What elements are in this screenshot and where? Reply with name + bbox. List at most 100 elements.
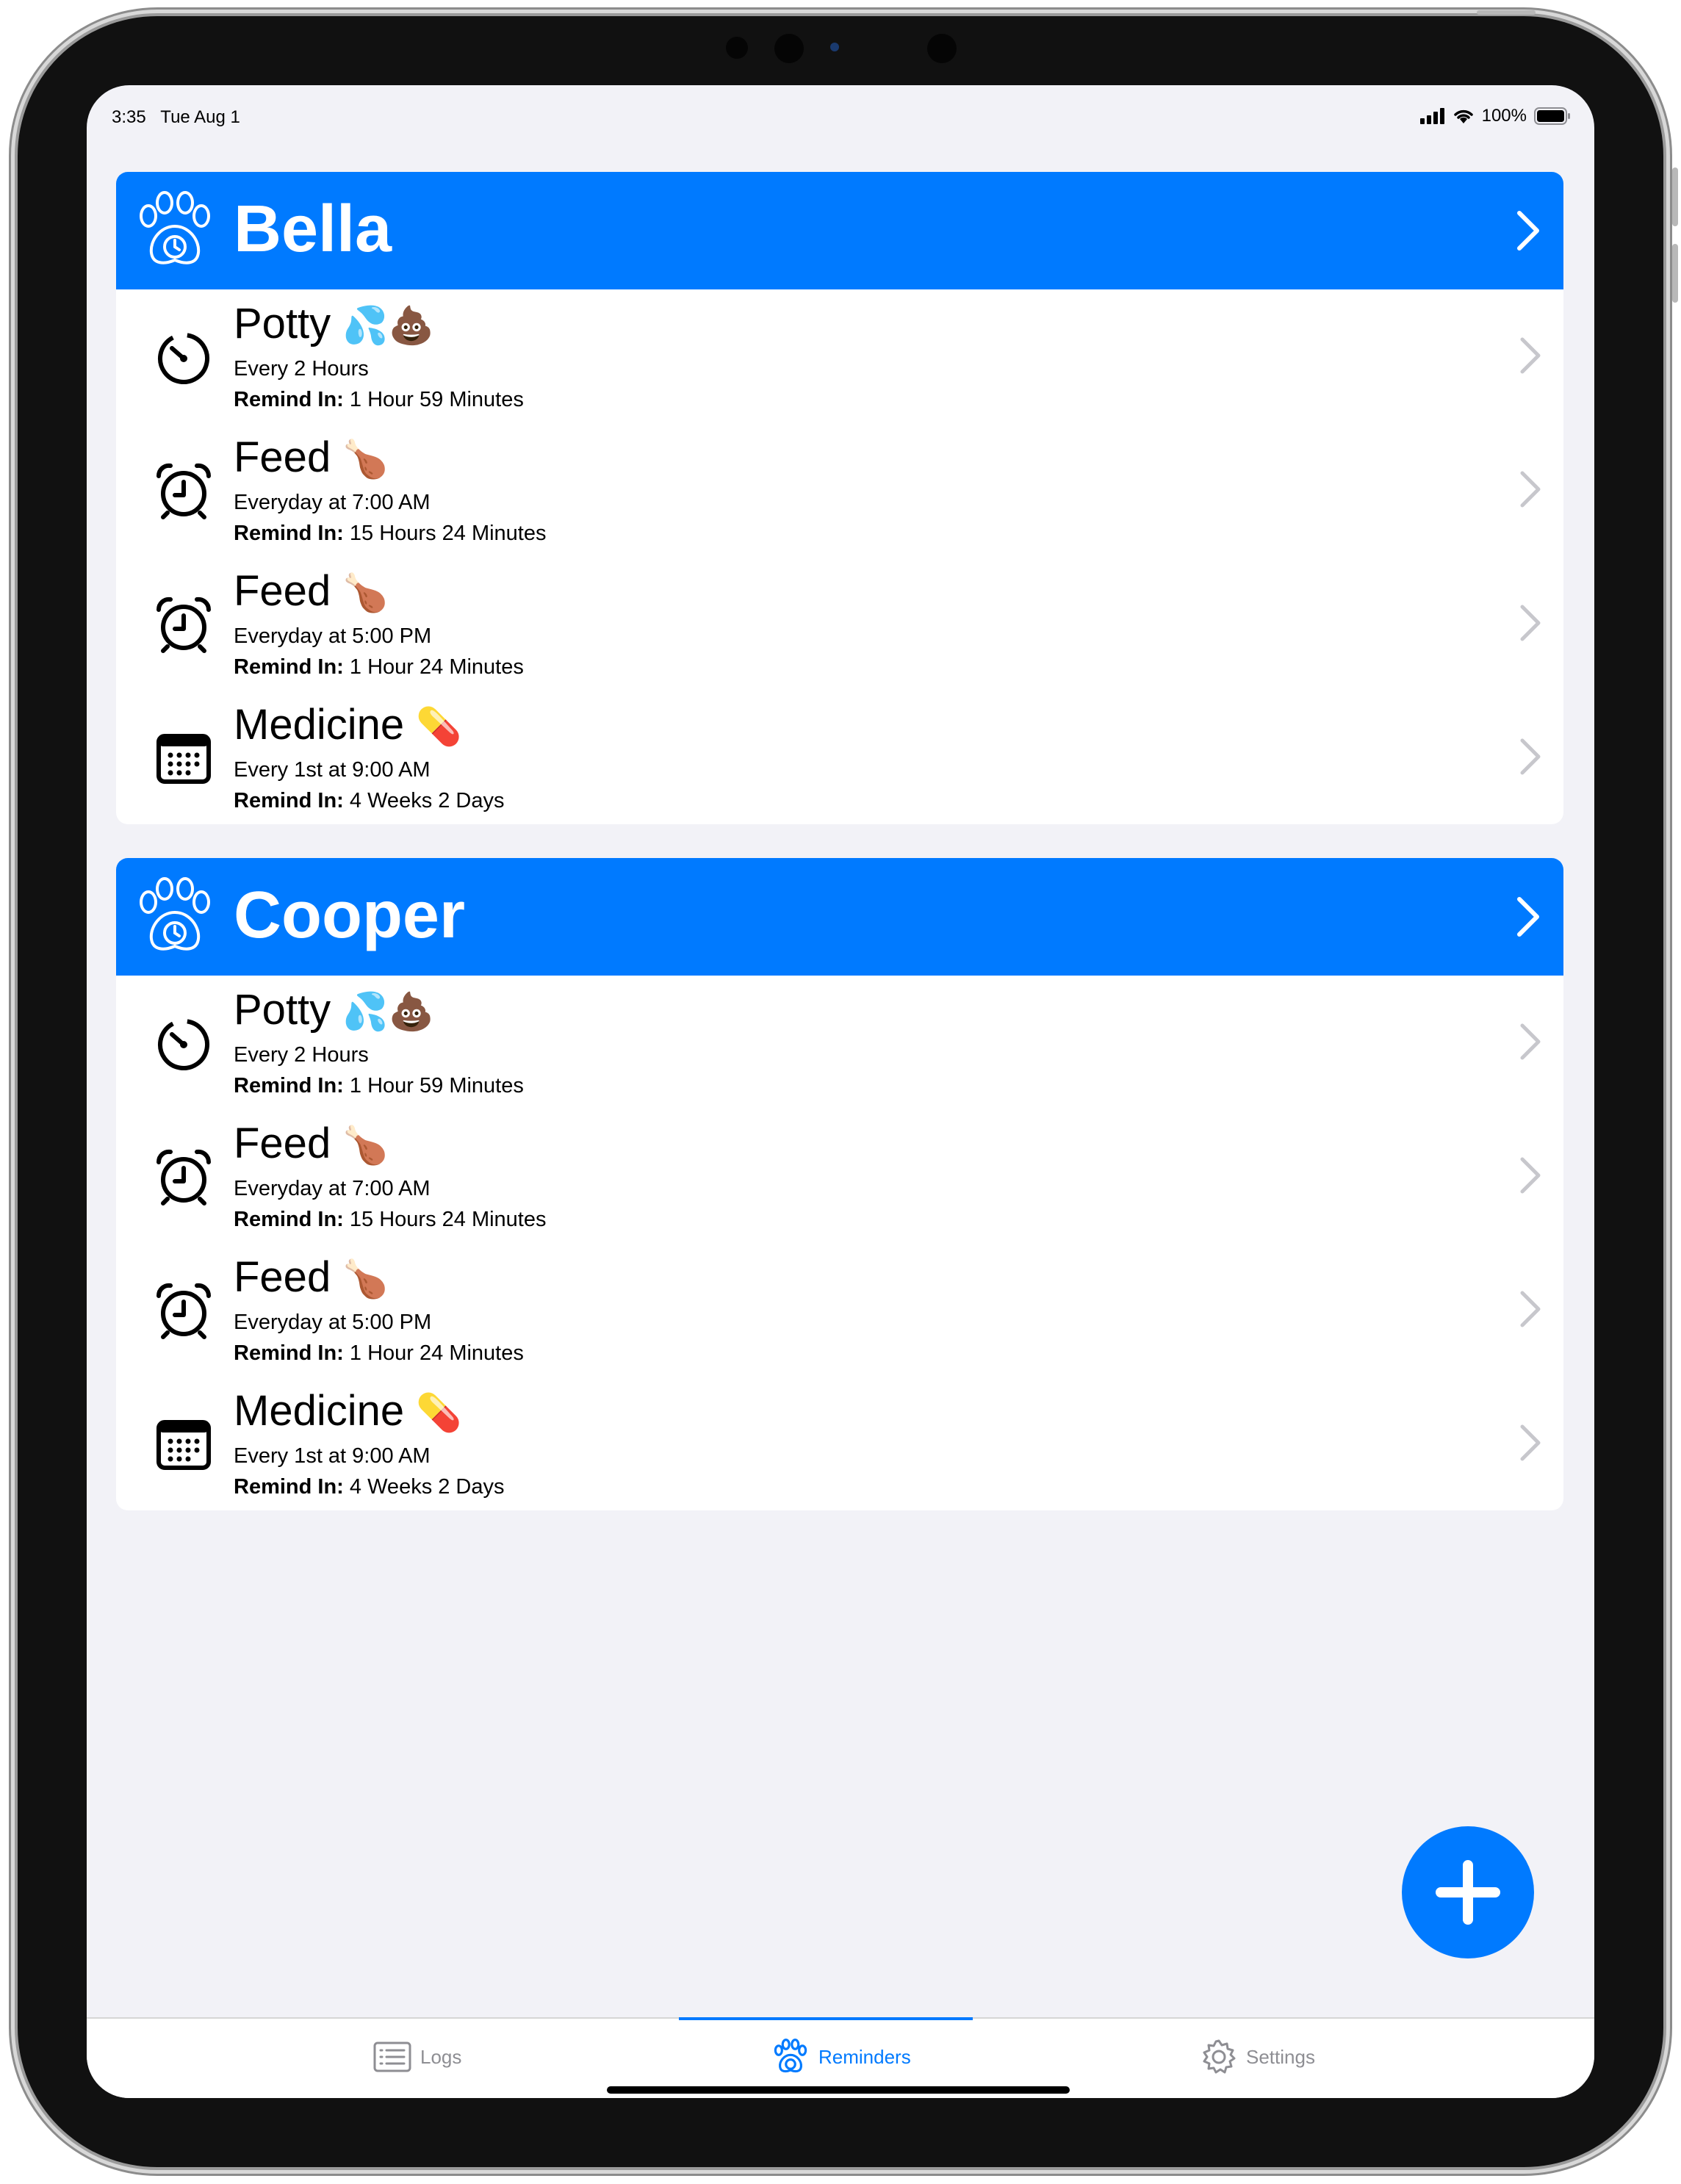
reminder-title-line: Potty 💦💩 bbox=[234, 986, 434, 1036]
alarm-clock-icon bbox=[156, 597, 212, 653]
alarm-clock-icon bbox=[156, 463, 212, 519]
reminder-countdown: Remind In: 1 Hour 59 Minutes bbox=[234, 1073, 524, 1099]
reminder-title: Feed bbox=[234, 567, 331, 615]
reminder-row-potty[interactable]: Potty 💦💩 Every 2 Hours Remind In: 1 Hour… bbox=[116, 976, 1563, 1109]
front-camera bbox=[774, 34, 804, 63]
pet-header[interactable]: Cooper bbox=[116, 858, 1563, 976]
chevron-right-icon bbox=[1517, 897, 1539, 937]
reminder-row-feed[interactable]: Feed 🍗 Everyday at 7:00 AM Remind In: 15… bbox=[116, 423, 1563, 557]
reminder-schedule: Everyday at 5:00 PM bbox=[234, 624, 432, 648]
reminder-emoji: 🍗 bbox=[342, 572, 389, 614]
alarm-clock-icon bbox=[156, 1283, 212, 1339]
remind-in-value: 1 Hour 59 Minutes bbox=[343, 388, 524, 411]
screen: 3:35 Tue Aug 1 100% Bella Potty 💦💩 Every… bbox=[87, 85, 1594, 2098]
reminder-row-potty[interactable]: Potty 💦💩 Every 2 Hours Remind In: 1 Hour… bbox=[116, 289, 1563, 423]
gear-icon bbox=[1203, 2039, 1236, 2074]
remind-in-label: Remind In: bbox=[234, 1208, 344, 1231]
paw-clock-icon bbox=[774, 2039, 807, 2073]
reminder-title-line: Feed 🍗 bbox=[234, 567, 389, 617]
remind-in-label: Remind In: bbox=[234, 789, 344, 812]
chevron-right-icon bbox=[1517, 211, 1539, 251]
reminder-title: Feed bbox=[234, 1253, 331, 1301]
reminder-row-feed[interactable]: Feed 🍗 Everyday at 5:00 PM Remind In: 1 … bbox=[116, 557, 1563, 691]
plus-icon bbox=[1436, 1860, 1500, 1925]
paw-clock-icon bbox=[140, 191, 210, 264]
chevron-right-icon bbox=[1520, 1023, 1541, 1060]
reminder-title-line: Medicine 💊 bbox=[234, 701, 462, 751]
remind-in-value: 15 Hours 24 Minutes bbox=[343, 1208, 547, 1231]
reminder-title: Feed bbox=[234, 433, 331, 481]
list-icon bbox=[373, 2041, 411, 2072]
reminder-row-medicine[interactable]: Medicine 💊 Every 1st at 9:00 AM Remind I… bbox=[116, 691, 1563, 824]
top-button bbox=[1477, 10, 1536, 15]
status-indicators: 100% bbox=[1419, 106, 1571, 126]
reminder-title: Feed bbox=[234, 1120, 331, 1167]
reminder-row-feed[interactable]: Feed 🍗 Everyday at 5:00 PM Remind In: 1 … bbox=[116, 1243, 1563, 1377]
reminder-emoji: 🍗 bbox=[342, 1124, 389, 1167]
reminder-countdown: Remind In: 4 Weeks 2 Days bbox=[234, 1474, 505, 1500]
remind-in-value: 15 Hours 24 Minutes bbox=[343, 522, 547, 545]
reminder-title: Potty bbox=[234, 986, 331, 1034]
chevron-right-icon bbox=[1520, 1291, 1541, 1327]
reminder-schedule: Every 1st at 9:00 AM bbox=[234, 758, 431, 782]
remind-in-label: Remind In: bbox=[234, 1341, 344, 1365]
paw-clock-icon bbox=[140, 877, 210, 951]
reminder-title: Medicine bbox=[234, 1387, 405, 1435]
reminder-countdown: Remind In: 1 Hour 24 Minutes bbox=[234, 1340, 524, 1366]
reminder-countdown: Remind In: 15 Hours 24 Minutes bbox=[234, 520, 547, 547]
reminder-title: Potty bbox=[234, 300, 331, 347]
reminder-schedule: Everyday at 5:00 PM bbox=[234, 1311, 432, 1334]
chevron-right-icon bbox=[1520, 471, 1541, 508]
reminder-countdown: Remind In: 15 Hours 24 Minutes bbox=[234, 1206, 547, 1233]
remind-in-label: Remind In: bbox=[234, 1074, 344, 1098]
reminder-emoji: 💊 bbox=[416, 1391, 462, 1434]
remind-in-label: Remind In: bbox=[234, 655, 344, 679]
reminder-countdown: Remind In: 1 Hour 24 Minutes bbox=[234, 654, 524, 680]
reminder-row-feed[interactable]: Feed 🍗 Everyday at 7:00 AM Remind In: 15… bbox=[116, 1109, 1563, 1243]
volume-down-button bbox=[1672, 244, 1678, 303]
chevron-right-icon bbox=[1520, 337, 1541, 374]
reminder-schedule: Every 2 Hours bbox=[234, 357, 369, 381]
pet-name: Bella bbox=[234, 192, 392, 266]
remind-in-value: 4 Weeks 2 Days bbox=[343, 1475, 505, 1499]
battery-icon bbox=[1534, 107, 1570, 125]
reminder-emoji: 🍗 bbox=[342, 438, 389, 480]
tab-logs-label: Logs bbox=[420, 2045, 462, 2068]
sensor-dot bbox=[726, 37, 748, 59]
remind-in-value: 4 Weeks 2 Days bbox=[343, 789, 505, 812]
pet-header[interactable]: Bella bbox=[116, 172, 1563, 289]
remind-in-value: 1 Hour 59 Minutes bbox=[343, 1074, 524, 1098]
pet-card: Bella Potty 💦💩 Every 2 Hours Remind In: … bbox=[116, 172, 1563, 824]
reminder-countdown: Remind In: 4 Weeks 2 Days bbox=[234, 788, 505, 814]
chevron-right-icon bbox=[1520, 1424, 1541, 1461]
volume-up-button bbox=[1672, 167, 1678, 226]
remind-in-label: Remind In: bbox=[234, 1475, 344, 1499]
chevron-right-icon bbox=[1520, 738, 1541, 775]
remind-in-value: 1 Hour 24 Minutes bbox=[343, 655, 524, 679]
remind-in-label: Remind In: bbox=[234, 388, 344, 411]
status-time: 3:35 bbox=[112, 107, 146, 127]
tab-settings[interactable]: Settings bbox=[1201, 2035, 1315, 2079]
reminder-schedule: Every 2 Hours bbox=[234, 1043, 369, 1067]
reminder-schedule: Everyday at 7:00 AM bbox=[234, 1177, 431, 1200]
reminder-schedule: Every 1st at 9:00 AM bbox=[234, 1444, 431, 1468]
ipad-frame: 3:35 Tue Aug 1 100% Bella Potty 💦💩 Every… bbox=[18, 10, 1678, 2167]
tab-reminders-label: Reminders bbox=[818, 2045, 911, 2068]
remind-in-label: Remind In: bbox=[234, 522, 344, 545]
calendar-icon bbox=[156, 1420, 211, 1470]
light-sensor bbox=[830, 43, 839, 51]
reminder-row-medicine[interactable]: Medicine 💊 Every 1st at 9:00 AM Remind I… bbox=[116, 1377, 1563, 1510]
tab-settings-label: Settings bbox=[1246, 2045, 1315, 2068]
reminder-title-line: Medicine 💊 bbox=[234, 1387, 462, 1437]
add-reminder-button[interactable] bbox=[1402, 1826, 1534, 1958]
reminder-countdown: Remind In: 1 Hour 59 Minutes bbox=[234, 386, 524, 413]
reminder-title: Medicine bbox=[234, 701, 405, 749]
pet-card: Cooper Potty 💦💩 Every 2 Hours Remind In:… bbox=[116, 858, 1563, 1510]
tab-reminders[interactable]: Reminders bbox=[771, 2035, 911, 2079]
pet-name: Cooper bbox=[234, 879, 465, 952]
tab-logs[interactable]: Logs bbox=[373, 2035, 461, 2079]
battery-percent: 100% bbox=[1481, 106, 1527, 126]
reminder-title-line: Potty 💦💩 bbox=[234, 300, 434, 350]
wifi-icon bbox=[1453, 109, 1473, 123]
alarm-clock-icon bbox=[156, 1149, 212, 1205]
